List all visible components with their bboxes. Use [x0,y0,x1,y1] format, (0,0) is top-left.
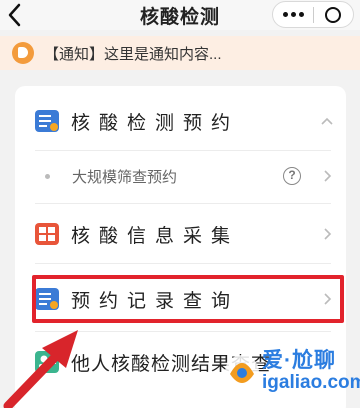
menu-subitem-screening[interactable]: 大规模筛查预约 ? [35,164,335,188]
title-bar: 核酸检测 [0,0,360,30]
back-arrow-icon[interactable] [4,2,26,28]
highlight-box [32,275,344,323]
notice-text: 【通知】这里是通知内容... [44,45,222,63]
menu-item-label: 核酸检测预约 [71,112,240,134]
bullet-dot [45,173,50,179]
watermark-url: igaliao.com [262,372,360,393]
appointment-form-icon [35,110,59,132]
more-options-icon[interactable] [273,12,313,17]
chevron-right-icon [324,228,332,240]
watermark-brand: 爱·尬聊 [262,349,336,372]
menu-item-appointment[interactable]: 核酸检测预约 [35,108,335,134]
close-circle-icon[interactable] [314,6,353,23]
red-pointer-arrow-icon [3,330,78,408]
info-collection-grid-icon [35,223,59,245]
help-question-icon[interactable]: ? [283,167,301,185]
divider [35,150,331,151]
notice-banner[interactable]: 【通知】这里是通知内容... [0,36,360,70]
chevron-up-icon[interactable] [319,113,335,129]
divider [35,263,331,264]
chevron-right-icon [324,170,332,182]
divider [35,203,331,204]
megaphone-icon [12,42,34,64]
miniprogram-capsule [272,1,354,28]
subitem-label: 大规模筛查预约 [72,168,178,186]
menu-item-label: 核酸信息采集 [71,225,240,247]
menu-item-collection[interactable]: 核酸信息采集 [35,221,335,247]
